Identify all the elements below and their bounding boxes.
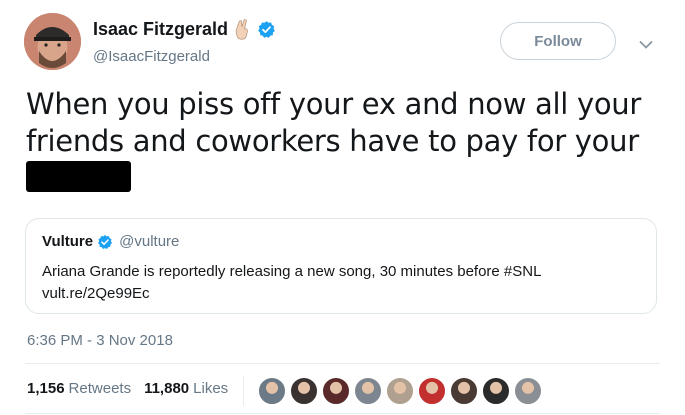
quoted-tweet-header: Vulture @vulture bbox=[42, 233, 179, 250]
author-name-row: Isaac Fitzgerald bbox=[93, 18, 276, 40]
divider bbox=[25, 413, 660, 414]
chevron-down-icon[interactable] bbox=[639, 37, 653, 49]
verified-badge-icon bbox=[97, 234, 113, 250]
quoted-tweet-link[interactable]: vult.re/2Qe99Ec bbox=[42, 283, 642, 305]
retweets-label[interactable]: Retweets bbox=[69, 380, 132, 397]
crossed-fingers-icon bbox=[232, 18, 252, 40]
quoted-tweet[interactable]: Vulture @vulture Ariana Grande is report… bbox=[25, 218, 657, 314]
likes-label[interactable]: Likes bbox=[193, 380, 228, 397]
tweet-stats: 1,156 Retweets 11,880 Likes bbox=[27, 380, 228, 397]
liker-avatar[interactable] bbox=[290, 377, 318, 405]
liker-avatar[interactable] bbox=[514, 377, 542, 405]
author-avatar[interactable] bbox=[24, 13, 81, 70]
redaction-block bbox=[26, 161, 131, 192]
liker-avatar[interactable] bbox=[322, 377, 350, 405]
quoted-author-name: Vulture bbox=[42, 233, 94, 250]
liker-avatar[interactable] bbox=[450, 377, 478, 405]
tweet-timestamp[interactable]: 6:36 PM - 3 Nov 2018 bbox=[27, 332, 173, 349]
likes-count[interactable]: 11,880 bbox=[144, 380, 189, 397]
stats-separator bbox=[243, 376, 244, 406]
quoted-tweet-body: Ariana Grande is reportedly releasing a … bbox=[42, 263, 542, 280]
tweet-card: Isaac Fitzgerald @IsaacFitzgerald Follow… bbox=[0, 0, 685, 415]
author-handle[interactable]: @IsaacFitzgerald bbox=[93, 48, 210, 65]
divider bbox=[25, 363, 660, 364]
quoted-author-handle: @vulture bbox=[119, 233, 180, 250]
verified-badge-icon bbox=[257, 20, 276, 39]
author-name[interactable]: Isaac Fitzgerald bbox=[93, 19, 228, 40]
liker-avatar[interactable] bbox=[482, 377, 510, 405]
liker-avatar[interactable] bbox=[386, 377, 414, 405]
liker-avatar[interactable] bbox=[258, 377, 286, 405]
follow-button[interactable]: Follow bbox=[500, 22, 616, 60]
retweets-count[interactable]: 1,156 bbox=[27, 380, 65, 397]
tweet-text: When you piss off your ex and now all yo… bbox=[26, 87, 641, 158]
quoted-tweet-text: Ariana Grande is reportedly releasing a … bbox=[42, 261, 642, 305]
liker-avatars bbox=[258, 377, 546, 405]
liker-avatar[interactable] bbox=[354, 377, 382, 405]
liker-avatar[interactable] bbox=[418, 377, 446, 405]
